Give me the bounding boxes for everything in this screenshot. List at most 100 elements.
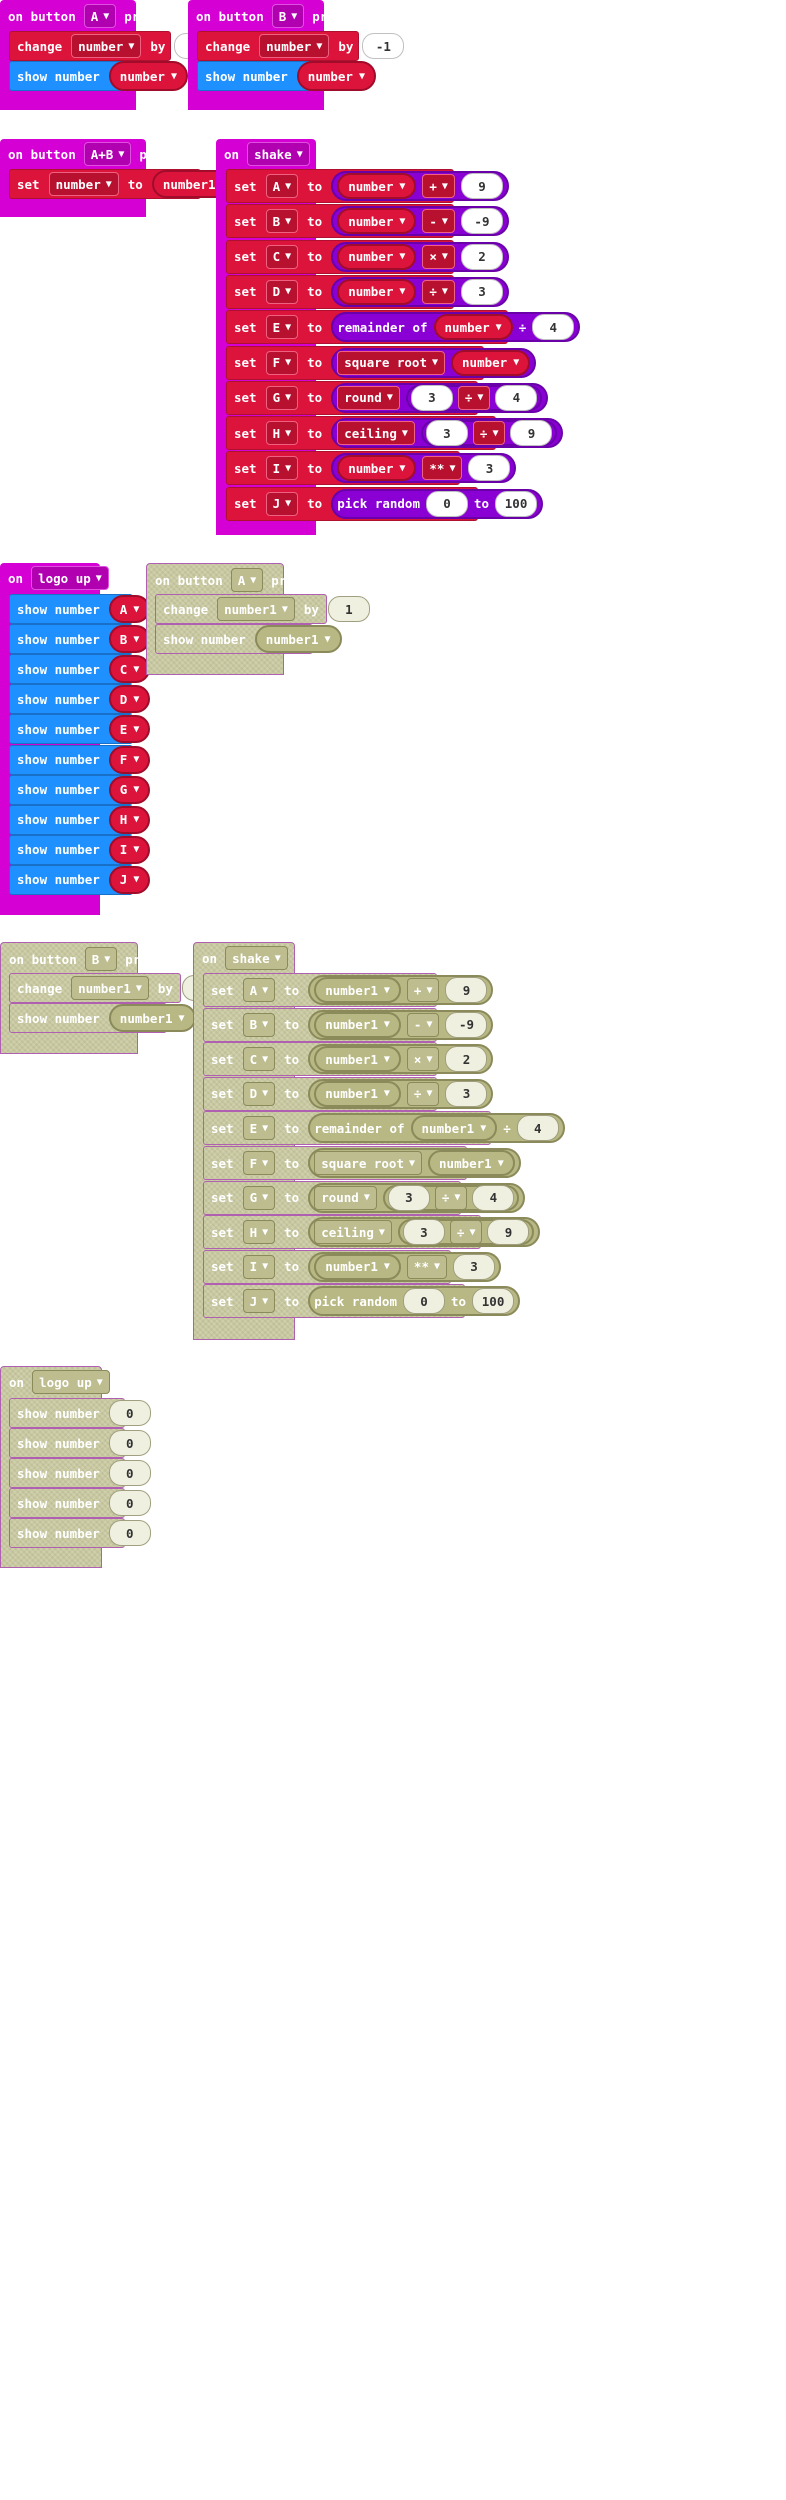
math-expression[interactable]: pick random 0 to 100: [308, 1286, 521, 1317]
number-input[interactable]: -9: [445, 1011, 488, 1038]
number-input[interactable]: 0: [108, 1460, 151, 1486]
variable-reporter[interactable]: J ▼: [108, 865, 151, 894]
set-variable-block[interactable]: set D ▼ to number1 ▼ ÷ ▼ 3: [203, 1076, 494, 1111]
variable-reporter[interactable]: number ▼: [296, 61, 376, 91]
number-input[interactable]: 2: [445, 1046, 488, 1073]
math-expression[interactable]: number1 ▼ - ▼ -9: [308, 1009, 494, 1040]
show-number-block[interactable]: show number 0: [9, 1398, 151, 1428]
math-expression[interactable]: remainder of number1 ▼ ÷ 4: [308, 1113, 565, 1144]
number-input[interactable]: 0: [403, 1288, 445, 1315]
math-expression[interactable]: ceiling ▼ 3 ÷ ▼ 9: [331, 418, 564, 449]
button-dropdown[interactable]: B ▼: [271, 4, 305, 28]
set-variable-block[interactable]: set A ▼ to number1 ▼ + ▼ 9: [203, 973, 494, 1007]
variable-dropdown[interactable]: D ▼: [265, 279, 299, 304]
variable-reporter[interactable]: number1▼: [108, 1004, 196, 1032]
math-function-dropdown[interactable]: square root ▼: [337, 350, 446, 375]
math-expression[interactable]: number ▼ - ▼ -9: [331, 206, 509, 237]
show-number-block[interactable]: show number 0: [9, 1518, 151, 1548]
variable-dropdown[interactable]: G ▼: [265, 385, 299, 410]
number-input[interactable]: 1: [327, 596, 370, 622]
variable-dropdown[interactable]: F ▼: [242, 1151, 276, 1175]
set-variable-block[interactable]: set I ▼ to number ▼ ** ▼ 3: [226, 451, 517, 486]
operator-dropdown[interactable]: - ▼: [406, 1012, 440, 1037]
math-expression[interactable]: 3 ÷ ▼ 4: [382, 1184, 520, 1211]
variable-dropdown[interactable]: B ▼: [265, 209, 299, 234]
set-variable-block[interactable]: set F ▼ to square root ▼ number ▼: [226, 345, 537, 380]
show-number-block[interactable]: show number A ▼: [9, 594, 151, 624]
number-input[interactable]: 3: [453, 1253, 496, 1280]
math-function-dropdown[interactable]: round ▼: [314, 1185, 377, 1210]
variable-dropdown[interactable]: C ▼: [242, 1047, 276, 1072]
number-input[interactable]: 3: [445, 1080, 488, 1107]
number-input[interactable]: 0: [108, 1430, 151, 1456]
variable-reporter[interactable]: number ▼: [337, 208, 417, 235]
button-dropdown[interactable]: A+B ▼: [83, 142, 132, 166]
operator-dropdown[interactable]: ÷ ▼: [422, 279, 455, 304]
gesture-dropdown[interactable]: shake ▼: [225, 946, 288, 970]
variable-dropdown[interactable]: J ▼: [242, 1289, 276, 1314]
math-expression[interactable]: number1 ▼ ** ▼ 3: [308, 1251, 502, 1282]
button-dropdown[interactable]: A ▼: [83, 4, 117, 28]
set-variable-block[interactable]: set G ▼ to round ▼ 3 ÷ ▼ 4: [203, 1180, 526, 1215]
operator-dropdown[interactable]: - ▼: [422, 209, 455, 234]
number-input[interactable]: 0: [108, 1520, 151, 1546]
variable-reporter[interactable]: A ▼: [108, 595, 151, 623]
variable-reporter[interactable]: E ▼: [108, 715, 151, 744]
number-input[interactable]: 0: [426, 490, 468, 517]
set-variable-block[interactable]: set A ▼ to number ▼ + ▼ 9: [226, 169, 509, 203]
variable-dropdown[interactable]: number ▼: [71, 34, 142, 58]
show-number-block[interactable]: show number J ▼: [9, 864, 151, 895]
show-number-block[interactable]: show number B ▼: [9, 624, 151, 655]
variable-reporter[interactable]: number1▼: [314, 1080, 401, 1107]
operator-dropdown[interactable]: × ▼: [422, 244, 455, 269]
number-input[interactable]: 4: [472, 1184, 515, 1211]
number-input[interactable]: 9: [510, 420, 553, 447]
set-variable-block[interactable]: set number▼ to number1▼: [9, 169, 239, 199]
show-number-block[interactable]: show number number ▼: [197, 61, 376, 91]
number-input[interactable]: 0: [108, 1490, 151, 1516]
variable-dropdown[interactable]: B ▼: [242, 1012, 276, 1037]
variable-reporter[interactable]: number ▼: [451, 349, 531, 376]
number-input[interactable]: 4: [495, 384, 538, 411]
button-dropdown[interactable]: B ▼: [84, 947, 118, 971]
variable-reporter[interactable]: number1▼: [314, 1253, 401, 1280]
variable-reporter[interactable]: number ▼: [108, 61, 188, 91]
math-expression[interactable]: number ▼ + ▼ 9: [331, 171, 509, 201]
number-input[interactable]: 9: [445, 977, 488, 1003]
variable-dropdown[interactable]: number1 ▼: [71, 976, 149, 1000]
show-number-block[interactable]: show number C ▼: [9, 654, 151, 685]
show-number-block[interactable]: show number number ▼: [9, 61, 188, 91]
show-number-block[interactable]: show number H ▼: [9, 804, 151, 835]
blocks-workspace[interactable]: on button A▼ pressed change number▼ by 1…: [0, 0, 786, 2500]
math-expression[interactable]: square root ▼ number1 ▼: [308, 1148, 521, 1178]
operator-dropdown[interactable]: + ▼: [422, 174, 455, 198]
operator-dropdown[interactable]: + ▼: [406, 978, 440, 1002]
variable-reporter[interactable]: number ▼: [433, 314, 513, 341]
variable-dropdown[interactable]: G ▼: [242, 1185, 276, 1210]
number-input[interactable]: -1: [362, 33, 405, 59]
variable-reporter[interactable]: number ▼: [337, 243, 417, 270]
set-variable-block[interactable]: set H ▼ to ceiling ▼ 3 ÷ ▼ 9: [226, 416, 564, 451]
variable-reporter[interactable]: B ▼: [108, 625, 151, 654]
set-variable-block[interactable]: set E ▼ to remainder of number1 ▼ ÷ 4: [203, 1111, 565, 1146]
variable-dropdown[interactable]: H ▼: [242, 1220, 276, 1245]
variable-reporter[interactable]: H ▼: [108, 805, 151, 834]
set-variable-block[interactable]: set G ▼ to round ▼ 3 ÷ ▼ 4: [226, 380, 549, 415]
logo-event-dropdown[interactable]: logo up ▼: [31, 566, 109, 590]
change-number1-block[interactable]: change number1▼ by -1: [9, 973, 224, 1003]
variable-dropdown[interactable]: I ▼: [265, 456, 299, 481]
variable-dropdown[interactable]: H ▼: [265, 421, 299, 446]
change-number-block[interactable]: change number ▼ by -1: [197, 31, 405, 61]
variable-dropdown[interactable]: E ▼: [242, 1116, 276, 1141]
set-variable-block[interactable]: set F ▼ to square root ▼ number1 ▼: [203, 1146, 521, 1180]
number-input[interactable]: 3: [410, 384, 453, 411]
operator-dropdown[interactable]: × ▼: [406, 1047, 440, 1072]
variable-reporter[interactable]: F ▼: [108, 745, 151, 774]
show-number-block[interactable]: show number number1 ▼: [155, 624, 342, 654]
math-expression[interactable]: number ▼ × ▼ 2: [331, 241, 509, 272]
math-expression[interactable]: 3 ÷ ▼ 4: [405, 384, 543, 411]
variable-dropdown[interactable]: I ▼: [242, 1254, 276, 1279]
variable-dropdown[interactable]: number ▼: [48, 172, 119, 196]
variable-reporter[interactable]: number ▼: [337, 278, 417, 305]
number-input[interactable]: 9: [487, 1219, 530, 1246]
